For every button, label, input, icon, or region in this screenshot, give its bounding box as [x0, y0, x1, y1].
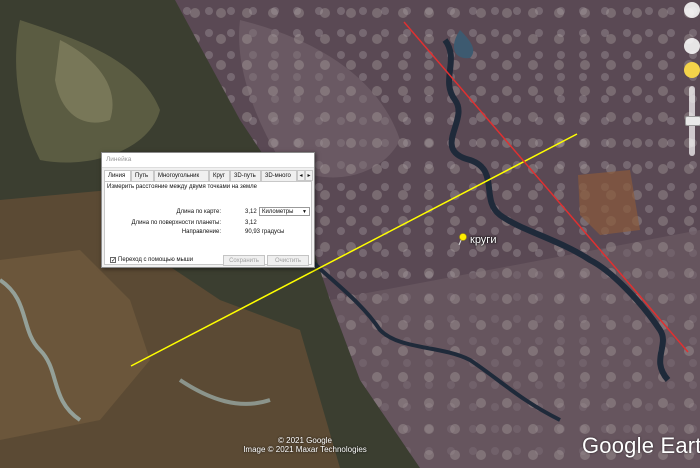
ruler-panel: Измерить расстояние между двумя точками …: [104, 181, 312, 265]
tab-polygon[interactable]: Многоугольник: [154, 170, 209, 181]
map-length-label: Длина по карте:: [176, 209, 221, 215]
tab-path[interactable]: Путь: [131, 170, 154, 181]
save-button[interactable]: Сохранить: [223, 255, 265, 266]
street-view-icon[interactable]: [684, 62, 700, 78]
copyright-imagery: Image © 2021 Maxar Technologies: [243, 445, 367, 454]
tab-scroll-right-icon[interactable]: ▸: [305, 170, 313, 181]
heading-label: Направление:: [181, 229, 221, 235]
tab-3d-path[interactable]: 3D-путь: [230, 170, 261, 181]
tab-circle[interactable]: Круг: [209, 170, 230, 181]
placemark-label[interactable]: круги: [470, 234, 496, 246]
mouse-nav-checkbox[interactable]: ✓: [110, 257, 116, 264]
compass-icon[interactable]: [684, 2, 700, 18]
mouse-nav-label: Переход с помощью мыши: [118, 257, 194, 263]
look-joystick-icon[interactable]: [684, 38, 700, 54]
units-select[interactable]: Километры ▼: [259, 207, 310, 216]
dialog-title: Линейка: [102, 153, 314, 168]
zoom-slider-thumb[interactable]: [685, 116, 700, 126]
ruler-dialog: Линейка Линия Путь Многоугольник Круг 3D…: [101, 152, 315, 268]
instruction-text: Измерить расстояние между двумя точками …: [107, 184, 258, 190]
ground-length-value: 3,12: [245, 220, 257, 226]
ruler-tabs: Линия Путь Многоугольник Круг 3D-путь 3D…: [104, 170, 313, 182]
tab-3d-polygon[interactable]: 3D-много: [261, 170, 297, 181]
map-length-value: 3,12: [245, 209, 257, 215]
ground-length-label: Длина по поверхности планеты:: [131, 220, 221, 226]
heading-value: 90,93 градусы: [245, 229, 285, 235]
pushpin-icon[interactable]: [456, 233, 468, 247]
copyright-google: © 2021 Google: [278, 436, 332, 445]
clear-button[interactable]: Очистить: [267, 255, 309, 266]
chevron-down-icon: ▼: [302, 209, 307, 215]
units-select-value: Километры: [262, 209, 294, 215]
google-earth-logo: Google Earth: [582, 433, 700, 458]
navigation-controls: [684, 0, 700, 170]
tab-scroll-left-icon[interactable]: ◂: [297, 170, 305, 181]
